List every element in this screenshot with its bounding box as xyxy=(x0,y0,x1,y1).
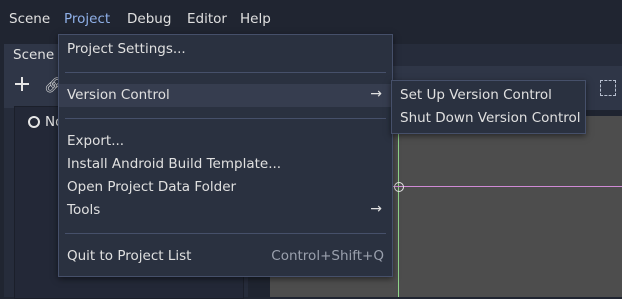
shortcut-label: Control+Shift+Q xyxy=(271,248,384,264)
menu-item-label: Version Control xyxy=(67,87,170,103)
chevron-right-icon: → xyxy=(370,86,382,102)
menu-project[interactable]: Project xyxy=(64,11,110,27)
menu-item-label: Shut Down Version Control xyxy=(400,110,581,126)
y-axis-line xyxy=(398,116,399,297)
menu-item-label: Set Up Version Control xyxy=(400,87,552,103)
menu-help[interactable]: Help xyxy=(240,11,271,27)
menu-item-label: Open Project Data Folder xyxy=(67,179,237,195)
menu-item-open-data-folder[interactable]: Open Project Data Folder xyxy=(59,176,392,199)
origin-icon xyxy=(394,182,404,192)
menu-item-version-control[interactable]: Version Control → xyxy=(59,84,392,107)
menu-separator xyxy=(65,72,386,73)
submenu-item-shut-down-version-control[interactable]: Shut Down Version Control xyxy=(392,107,585,130)
menu-item-quit-to-project-list[interactable]: Quit to Project List Control+Shift+Q xyxy=(59,245,392,268)
menu-editor[interactable]: Editor xyxy=(187,11,227,27)
menubar: Scene Project Debug Editor Help xyxy=(0,0,622,38)
menu-item-tools[interactable]: Tools → xyxy=(59,199,392,222)
menu-item-install-android-template[interactable]: Install Android Build Template... xyxy=(59,153,392,176)
submenu-item-set-up-version-control[interactable]: Set Up Version Control xyxy=(392,84,585,107)
grid-icon[interactable] xyxy=(600,80,616,96)
chevron-right-icon: → xyxy=(370,201,382,217)
menu-scene[interactable]: Scene xyxy=(9,11,50,27)
plus-icon[interactable] xyxy=(14,76,30,92)
scene-tab[interactable]: Scene xyxy=(4,44,58,66)
menu-item-project-settings[interactable]: Project Settings... xyxy=(59,38,392,61)
menu-item-label: Export... xyxy=(67,133,125,149)
menu-item-export[interactable]: Export... xyxy=(59,130,392,153)
menu-debug[interactable]: Debug xyxy=(127,11,171,27)
menu-separator xyxy=(65,118,386,119)
version-control-submenu: Set Up Version Control Shut Down Version… xyxy=(391,80,586,134)
menu-item-label: Tools xyxy=(67,202,101,218)
menu-separator xyxy=(65,233,386,234)
menu-item-label: Install Android Build Template... xyxy=(67,156,282,172)
menu-item-label: Quit to Project List xyxy=(67,248,192,264)
node-icon xyxy=(28,116,40,128)
scene-tab-label: Scene xyxy=(13,47,55,63)
menu-item-label: Project Settings... xyxy=(67,41,186,57)
project-menu: Project Settings... Version Control → Ex… xyxy=(58,34,393,277)
